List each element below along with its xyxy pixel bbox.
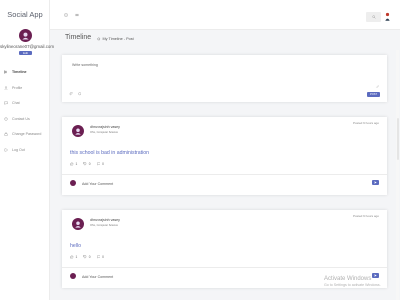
logout-icon <box>4 148 8 151</box>
resize-handle-icon[interactable] <box>375 84 379 88</box>
like-count: 1 <box>75 162 78 166</box>
user-avatar-icon <box>75 128 81 135</box>
like-icon[interactable] <box>70 162 74 166</box>
breadcrumb-timeline[interactable]: My Timeline <box>103 37 123 41</box>
post-author-avatar[interactable] <box>72 125 84 137</box>
comment-input[interactable]: Add Your Comment <box>82 275 113 279</box>
post-author-subtitle: OSL, Computer Science <box>90 131 118 134</box>
page-title: Timeline <box>65 34 92 41</box>
sidebar-item-label: Contact Us <box>12 116 30 121</box>
post-text: hello <box>70 243 81 249</box>
sidebar-item-label: Timeline <box>12 70 27 74</box>
top-bar <box>50 0 400 30</box>
divider <box>62 174 387 175</box>
sidebar-item-timeline[interactable]: Timeline <box>4 69 48 75</box>
post-input[interactable]: Write something <box>72 63 98 67</box>
search-icon <box>371 15 376 19</box>
comment-input[interactable]: Add Your Comment <box>82 182 113 186</box>
sidebar-item-label: Change Password <box>12 132 42 136</box>
attach-icon[interactable] <box>69 92 73 96</box>
timeline-icon <box>4 70 7 74</box>
scrollbar-track[interactable] <box>396 50 399 300</box>
dislike-icon[interactable] <box>83 255 87 259</box>
post-timestamp: Posted 9 hours ago <box>352 121 379 125</box>
post-author-name[interactable]: dhruvrajsinh vasey <box>90 125 120 129</box>
comment-count: 0 <box>102 255 104 259</box>
sidebar-item-label: Profile <box>12 85 23 90</box>
expand-icon[interactable] <box>64 13 68 17</box>
post-timestamp: Posted 9 hours ago <box>352 214 379 218</box>
post-text: this school is bad in administration <box>70 150 150 156</box>
sidebar-item-label: Log Out <box>12 147 25 152</box>
emoji-icon[interactable] <box>77 92 82 96</box>
watermark-title: Activate Windows <box>324 276 372 282</box>
dislike-icon[interactable] <box>83 162 87 166</box>
send-icon <box>374 181 377 184</box>
send-comment-button[interactable] <box>372 180 379 185</box>
profile-avatar[interactable] <box>19 29 32 42</box>
sidebar-item-chat[interactable]: Chat <box>4 100 48 106</box>
breadcrumb-post: Post <box>126 37 134 41</box>
user-icon <box>4 85 8 90</box>
sidebar-item-profile[interactable]: Profile <box>4 85 48 91</box>
user-avatar-icon <box>75 221 81 228</box>
sidebar-item-contact-us[interactable]: Contact Us <box>4 116 48 122</box>
breadcrumb: My Timeline - Post <box>97 37 134 41</box>
post-author-avatar[interactable] <box>72 218 84 230</box>
comment-icon[interactable] <box>96 255 101 259</box>
sidebar-item-log-out[interactable]: Log Out <box>4 147 48 153</box>
post-card: dhruvrajsinh vasey OSL, Computer Science… <box>62 117 387 195</box>
commenter-avatar <box>70 180 76 186</box>
sidebar-item-label: Chat <box>12 101 20 105</box>
like-count: 1 <box>75 255 78 259</box>
divider <box>62 267 387 268</box>
app-brand[interactable]: Social App <box>0 10 50 19</box>
dislike-count: 0 <box>88 162 91 166</box>
post-reactions: 1 0 0 <box>70 162 110 166</box>
menu-icon[interactable] <box>75 13 79 17</box>
sidebar: Social App skylineorane07@gmail.com Edit… <box>0 0 54 300</box>
post-button[interactable]: POST <box>367 92 380 97</box>
like-icon[interactable] <box>70 255 74 259</box>
comment-count: 0 <box>102 162 104 166</box>
edit-profile-button[interactable]: Edit <box>19 51 32 55</box>
home-icon <box>97 37 101 41</box>
chat-icon <box>4 101 8 105</box>
commenter-avatar <box>70 273 76 279</box>
post-reactions: 1 0 0 <box>70 255 110 259</box>
post-author-name[interactable]: dhruvrajsinh vasey <box>90 218 120 222</box>
user-email: skylineorane07@gmail.com <box>0 44 54 49</box>
composer-tools <box>69 92 81 96</box>
post-author-subtitle: OSL, Computer Science <box>90 224 118 227</box>
user-avatar-icon <box>22 32 29 40</box>
sidebar-nav: Timeline Profile Chat Contact Us Change … <box>4 69 48 162</box>
lock-icon <box>4 132 8 136</box>
scrollbar-thumb[interactable] <box>397 118 399 160</box>
watermark-subtitle: Go to Settings to activate Windows. <box>324 283 381 287</box>
comment-icon[interactable] <box>96 162 101 166</box>
dislike-count: 0 <box>88 255 91 259</box>
user-menu-icon[interactable] <box>385 12 390 21</box>
contact-icon <box>4 116 8 121</box>
post-composer[interactable]: Write something POST <box>62 55 387 102</box>
sidebar-item-change-password[interactable]: Change Password <box>4 131 48 137</box>
search-button[interactable] <box>366 12 381 22</box>
activation-watermark: Activate Windows Go to Settings to activ… <box>324 276 381 287</box>
